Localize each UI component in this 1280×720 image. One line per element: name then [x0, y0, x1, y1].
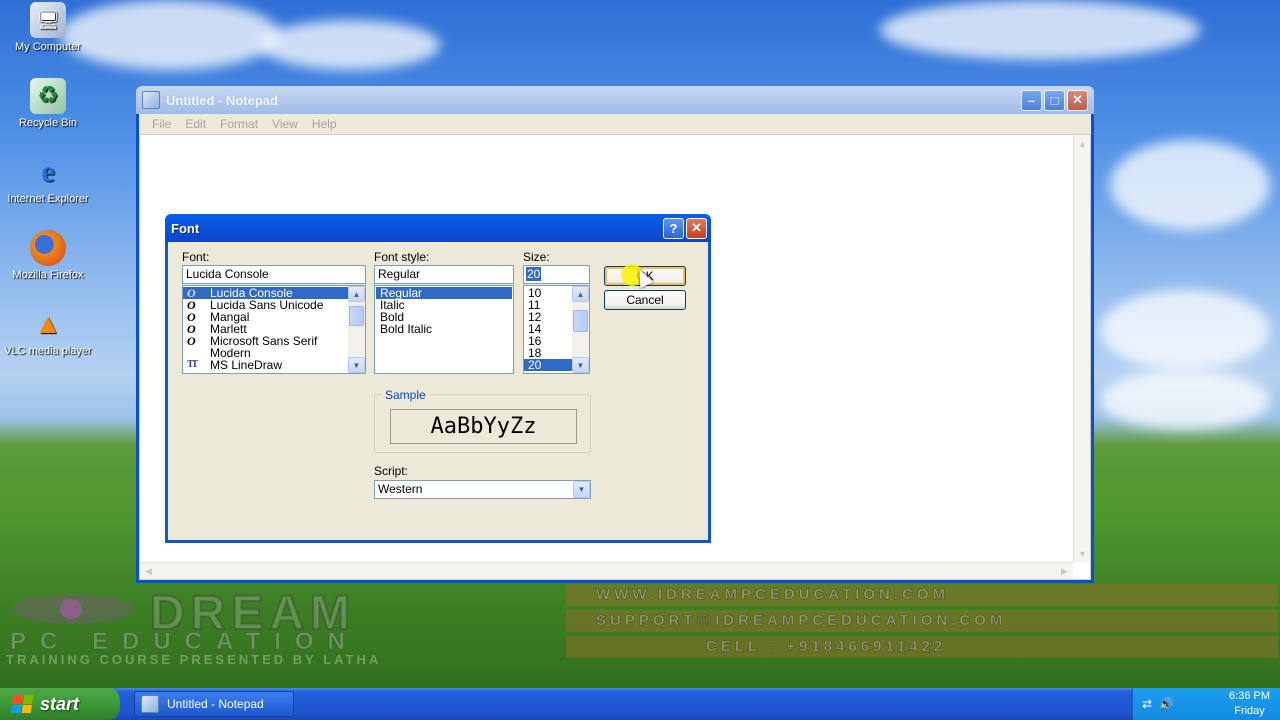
ie-icon: e: [41, 155, 55, 188]
vertical-scrollbar[interactable]: ▲ ▼: [1073, 135, 1090, 562]
notepad-menubar: File Edit Format View Help: [139, 114, 1091, 134]
close-button[interactable]: ✕: [1067, 89, 1088, 111]
scroll-down-icon[interactable]: ▼: [348, 357, 365, 373]
cancel-button[interactable]: Cancel: [604, 290, 686, 310]
watermark: DREAM PC EDUCATION TRAINING COURSE PRESE…: [0, 584, 1280, 688]
scroll-up-icon[interactable]: ▲: [572, 286, 589, 302]
font-dialog-titlebar[interactable]: Font ? ✕: [165, 214, 711, 242]
menu-view[interactable]: View: [265, 117, 305, 131]
size-label: Size:: [523, 250, 550, 264]
windows-logo-icon: [10, 695, 34, 713]
watermark-website: WWW.IDREAMPCEDUCATION.COM: [566, 584, 1278, 606]
size-input[interactable]: 20: [523, 265, 590, 284]
size-input-value: 20: [526, 267, 542, 281]
help-button[interactable]: ?: [663, 217, 684, 239]
scroll-right-icon[interactable]: ▶: [1056, 563, 1073, 580]
minimize-button[interactable]: –: [1021, 89, 1042, 111]
desktop-icon-label: VLC media player: [4, 345, 92, 357]
speaker-icon[interactable]: 🔊: [1158, 696, 1174, 712]
dialog-controls: ? ✕: [663, 217, 707, 239]
font-list-item-label: MS LineDraw: [210, 358, 283, 372]
script-select-value: Western: [378, 482, 423, 496]
desktop-icon-label: Mozilla Firefox: [12, 269, 84, 281]
recycle-bin-icon: ♻: [30, 78, 66, 114]
desktop-icon-label: Internet Explorer: [7, 193, 89, 205]
font-list[interactable]: O Lucida Console O Lucida Sans Unicode O Ma…: [182, 285, 366, 374]
taskbar-item-notepad[interactable]: Untitled - Notepad: [134, 691, 294, 717]
scroll-up-icon[interactable]: ▲: [1074, 135, 1091, 152]
firefox-icon: [30, 230, 66, 266]
font-dialog-title: Font: [171, 220, 200, 236]
cloud: [880, 0, 1200, 60]
scroll-down-icon[interactable]: ▼: [1074, 545, 1091, 562]
desktop-icon-vlc[interactable]: ▲ VLC media player: [0, 306, 96, 358]
cloud: [1100, 290, 1270, 370]
cloud: [1110, 140, 1270, 230]
clock-time: 6:36 PM: [1229, 690, 1270, 702]
window-controls: – □ ✕: [1021, 89, 1088, 111]
menu-file[interactable]: File: [145, 117, 178, 131]
start-label: start: [40, 693, 80, 714]
font-list-item[interactable]: TT MS LineDraw: [183, 359, 365, 371]
computer-icon: 🖥: [30, 2, 66, 38]
taskbar: start Untitled - Notepad ⇄ 🔊 6:36 PM Fri…: [0, 688, 1280, 720]
font-style-label: Font style:: [374, 250, 430, 264]
size-list-scrollbar[interactable]: ▲ ▼: [572, 286, 589, 373]
clock[interactable]: 6:36 PM Friday: [1229, 689, 1270, 719]
notepad-titlebar[interactable]: Untitled - Notepad – □ ✕: [136, 86, 1094, 114]
font-label: Font:: [182, 250, 210, 264]
font-name-input[interactable]: Lucida Console: [182, 265, 366, 284]
maximize-button[interactable]: □: [1044, 89, 1065, 111]
network-icon[interactable]: ⇄: [1139, 696, 1155, 712]
start-button[interactable]: start: [0, 688, 120, 720]
watermark-logo: DREAM PC EDUCATION TRAINING COURSE PRESE…: [0, 584, 560, 688]
desktop-icon-recycle-bin[interactable]: ♻ Recycle Bin: [0, 78, 96, 129]
script-select[interactable]: Western ▼: [374, 480, 591, 499]
watermark-tagline: TRAINING COURSE PRESENTED BY LATHA: [6, 652, 382, 667]
notepad-icon: [141, 695, 159, 713]
desktop-icon-internet-explorer[interactable]: e Internet Explorer: [0, 154, 96, 206]
notepad-icon: [142, 91, 160, 109]
script-label: Script:: [374, 464, 409, 478]
scroll-up-icon[interactable]: ▲: [348, 286, 365, 302]
desktop-icon-firefox[interactable]: Mozilla Firefox: [0, 230, 96, 281]
sample-legend: Sample: [382, 388, 429, 402]
scroll-left-icon[interactable]: ◀: [140, 563, 157, 580]
scroll-thumb[interactable]: [573, 310, 588, 332]
scroll-down-icon[interactable]: ▼: [572, 357, 589, 373]
eye-logo-icon: [12, 594, 132, 624]
chevron-down-icon[interactable]: ▼: [573, 481, 590, 498]
clock-day: Friday: [1234, 705, 1265, 717]
vlc-icon: ▲: [34, 308, 62, 339]
cloud: [260, 20, 440, 70]
sample-preview: AaBbYyZz: [390, 409, 577, 444]
watermark-support: SUPPORT@IDREAMPCEDUCATION.COM: [566, 610, 1278, 632]
font-style-list[interactable]: Regular Italic Bold Bold Italic: [374, 285, 514, 374]
cloud: [1100, 370, 1270, 430]
font-style-input[interactable]: Regular: [374, 265, 514, 284]
watermark-contact: WWW.IDREAMPCEDUCATION.COM SUPPORT@IDREAM…: [566, 584, 1278, 662]
notepad-title: Untitled - Notepad: [166, 92, 278, 108]
desktop-icon-my-computer[interactable]: 🖥 My Computer: [0, 2, 96, 53]
truetype-icon: TT: [187, 359, 198, 370]
desktop-icon-label: Recycle Bin: [18, 117, 78, 129]
opentype-icon: O: [187, 334, 196, 348]
menu-edit[interactable]: Edit: [178, 117, 213, 131]
taskbar-item-label: Untitled - Notepad: [167, 697, 264, 711]
font-list-scrollbar[interactable]: ▲ ▼: [348, 286, 365, 373]
size-list-item[interactable]: 20: [524, 359, 572, 371]
menu-help[interactable]: Help: [305, 117, 344, 131]
scroll-thumb[interactable]: [349, 306, 364, 326]
horizontal-scrollbar[interactable]: ◀ ▶: [140, 562, 1073, 579]
watermark-cell: CELL : +918466911422: [566, 636, 1278, 658]
desktop-icon-label: My Computer: [14, 41, 82, 53]
font-dialog-body: Font: Lucida Console O Lucida Console O Lu…: [168, 242, 708, 540]
menu-format[interactable]: Format: [213, 117, 265, 131]
font-style-item[interactable]: Bold Italic: [376, 323, 512, 335]
size-list[interactable]: 10 11 12 14 16 18 20 ▲ ▼: [523, 285, 590, 374]
dialog-close-button[interactable]: ✕: [686, 217, 707, 239]
system-tray: ⇄ 🔊 6:36 PM Friday: [1132, 688, 1280, 720]
